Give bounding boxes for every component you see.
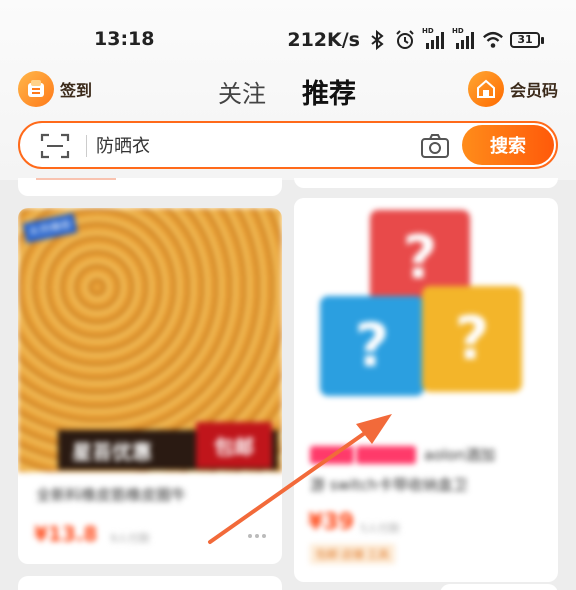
header-area: 13:18 212K/s HD HD 31 签到 关注 推荐 会员码 防晒衣 搜…: [0, 0, 576, 180]
top-nav: 签到 关注 推荐 会员码: [0, 62, 576, 116]
status-time: 13:18: [94, 28, 155, 50]
search-button[interactable]: 搜索: [462, 125, 554, 165]
wifi-icon: [483, 31, 503, 48]
card-stub-bottom-left: [18, 576, 282, 590]
product-title-line2: 游 switch卡带收纳盒卫: [310, 476, 468, 494]
yellow-question-box: ?: [422, 286, 522, 392]
card-stub-left: [18, 178, 282, 196]
status-bar: 13:18 212K/s HD HD 31: [0, 22, 576, 58]
vip-code-button[interactable]: 会员码: [467, 70, 558, 108]
more-dots-icon[interactable]: [248, 534, 266, 538]
store-icon: [467, 71, 504, 107]
product-title-line1: aolon酒加: [424, 446, 496, 464]
product-sold: 9人付款: [110, 532, 150, 545]
coupon-tag: 包邮 店铺 工具: [310, 544, 395, 564]
product-image: 天然橡胶 星苔优惠 包邮: [18, 208, 282, 472]
battery-icon: 31: [510, 32, 544, 48]
bluetooth-icon: [371, 29, 384, 51]
battery-level: 31: [510, 32, 540, 48]
tab-follow[interactable]: 关注: [218, 74, 266, 109]
card-stub-bottom-right: [440, 584, 558, 590]
promo-banner: 星苔优惠 包邮: [58, 422, 278, 470]
promo-text: 星苔优惠: [72, 439, 152, 464]
checkin-icon: [18, 71, 54, 107]
net-speed: 212K/s: [287, 29, 360, 51]
free-shipping-badge: 包邮: [196, 422, 272, 468]
signal-icon-1: HD: [422, 27, 446, 51]
tab-recommend[interactable]: 推荐: [302, 72, 356, 111]
hd-label: HD: [452, 27, 464, 35]
card-stub-right: [294, 178, 558, 188]
product-price: ¥39: [308, 510, 354, 535]
alarm-icon: [396, 30, 414, 49]
scan-icon[interactable]: [40, 132, 70, 160]
product-sold: 5人付款: [360, 522, 400, 535]
product-card-left[interactable]: 天然橡胶 星苔优惠 包邮 全新料橡皮筋橡皮圈牛 ¥13.8 9人付款: [18, 208, 282, 564]
promo-tag-1: [310, 446, 354, 464]
hd-label: HD: [422, 27, 434, 35]
camera-icon[interactable]: [420, 133, 450, 159]
status-icons: 212K/s HD HD 31: [287, 26, 544, 54]
product-card-right[interactable]: ? ? ? aolon酒加 游 switch卡带收纳盒卫 ¥39 5人付款 包邮…: [294, 198, 558, 582]
promo-tag-2: [356, 446, 416, 464]
vip-code-label: 会员码: [509, 81, 558, 100]
search-input[interactable]: 防晒衣: [96, 132, 150, 158]
search-divider: [86, 135, 87, 157]
checkin-label: 签到: [60, 81, 93, 100]
blue-question-box: ?: [320, 296, 424, 396]
product-price: ¥13.8: [34, 522, 98, 546]
search-bar: 防晒衣 搜索: [18, 121, 558, 169]
signal-icon-2: HD: [452, 27, 476, 51]
product-image: ? ? ?: [294, 198, 554, 438]
checkin-button[interactable]: 签到: [18, 70, 92, 108]
product-title: 全新料橡皮筋橡皮圈牛: [36, 486, 187, 504]
brand-tag: 天然橡胶: [22, 212, 78, 244]
